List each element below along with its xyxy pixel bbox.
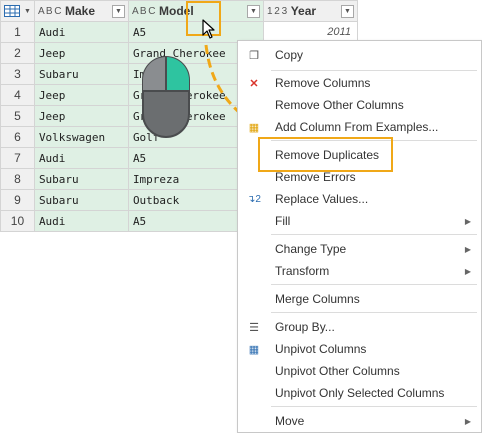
group-by-icon: ☰ <box>249 321 259 334</box>
menu-item-unpivot-columns[interactable]: ▦ Unpivot Columns <box>238 339 481 359</box>
column-header-year[interactable]: 1 2 3 Year ▼ <box>262 0 358 22</box>
row-number: 3 <box>0 63 35 85</box>
menu-item-copy[interactable]: ❐ Copy <box>238 45 481 65</box>
menu-item-label: Unpivot Columns <box>275 342 367 356</box>
cell-make[interactable]: Subaru <box>33 168 129 190</box>
dropdown-arrow-icon[interactable]: ▼ <box>24 8 31 15</box>
text-type-icon[interactable]: A B C <box>132 6 156 17</box>
menu-item-label: Remove Columns <box>275 76 371 90</box>
menu-separator <box>271 284 477 285</box>
menu-item-label: Copy <box>275 48 304 62</box>
menu-item-remove-columns[interactable]: ✕ Remove Columns <box>238 73 481 93</box>
cell-make[interactable]: Jeep <box>33 42 129 64</box>
cell-make[interactable]: Subaru <box>33 63 129 85</box>
row-number: 1 <box>0 21 35 43</box>
menu-item-unpivot-only-selected-columns[interactable]: Unpivot Only Selected Columns <box>238 383 481 403</box>
cell-make[interactable]: Audi <box>33 21 129 43</box>
copy-icon: ❐ <box>249 49 259 62</box>
text-type-icon[interactable]: A B C <box>38 6 62 17</box>
row-number: 9 <box>0 189 35 211</box>
cell-make[interactable]: Jeep <box>33 105 129 127</box>
column-name: Make <box>65 4 96 18</box>
table-icon[interactable] <box>4 5 20 17</box>
remove-duplicates-highlight <box>258 137 393 172</box>
menu-item-label: Transform <box>275 264 330 278</box>
submenu-arrow-icon: ▶ <box>464 416 471 426</box>
header-row: ▼ A B C Make ▼ A B C Model ▼ 1 2 3 Year … <box>0 0 358 22</box>
menu-item-remove-other-columns[interactable]: Remove Other Columns <box>238 95 481 115</box>
filter-dropdown-button[interactable]: ▼ <box>111 4 125 18</box>
menu-item-label: Move <box>275 414 305 428</box>
cell-make[interactable]: Subaru <box>33 189 129 211</box>
submenu-arrow-icon: ▶ <box>464 216 471 226</box>
row-number: 5 <box>0 105 35 127</box>
filter-dropdown-button[interactable]: ▼ <box>246 4 260 18</box>
cell-make[interactable]: Jeep <box>33 84 129 106</box>
menu-item-unpivot-other-columns[interactable]: Unpivot Other Columns <box>238 361 481 381</box>
row-number: 4 <box>0 84 35 106</box>
menu-item-fill[interactable]: Fill ▶ <box>238 211 481 231</box>
add-column-icon: ▦ <box>248 121 260 134</box>
menu-item-change-type[interactable]: Change Type ▶ <box>238 239 481 259</box>
cell-make[interactable]: Volkswagen <box>33 126 129 148</box>
column-header-make[interactable]: A B C Make ▼ <box>33 0 129 22</box>
menu-separator <box>271 70 477 71</box>
submenu-arrow-icon: ▶ <box>464 244 471 254</box>
column-name: Year <box>290 4 317 18</box>
menu-item-label: Group By... <box>275 320 335 334</box>
menu-item-label: Merge Columns <box>275 292 360 306</box>
menu-item-move[interactable]: Move ▶ <box>238 411 481 431</box>
menu-item-group-by[interactable]: ☰ Group By... <box>238 317 481 337</box>
cell-make[interactable]: Audi <box>33 210 129 232</box>
number-type-icon[interactable]: 1 2 3 <box>267 6 287 17</box>
mouse-pointer-icon <box>202 19 215 39</box>
submenu-arrow-icon: ▶ <box>464 266 471 276</box>
row-number: 10 <box>0 210 35 232</box>
row-number: 7 <box>0 147 35 169</box>
menu-item-merge-columns[interactable]: Merge Columns <box>238 289 481 309</box>
context-menu: ❐ Copy ✕ Remove Columns Remove Other Col… <box>237 40 482 433</box>
computer-mouse-icon <box>142 56 190 138</box>
menu-item-replace-values[interactable]: ↴2 Replace Values... <box>238 189 481 209</box>
table-menu-cell[interactable]: ▼ <box>0 0 35 22</box>
menu-item-label: Fill <box>275 214 291 228</box>
row-number: 2 <box>0 42 35 64</box>
menu-item-label: Remove Errors <box>275 170 356 184</box>
menu-item-label: Unpivot Other Columns <box>275 364 400 378</box>
menu-item-transform[interactable]: Transform ▶ <box>238 261 481 281</box>
menu-separator <box>271 312 477 313</box>
menu-item-label: Unpivot Only Selected Columns <box>275 386 445 400</box>
menu-item-label: Change Type <box>275 242 347 256</box>
row-number: 6 <box>0 126 35 148</box>
menu-item-label: Replace Values... <box>275 192 369 206</box>
filter-dropdown-button[interactable]: ▼ <box>340 4 354 18</box>
menu-separator <box>271 406 477 407</box>
row-number: 8 <box>0 168 35 190</box>
remove-columns-icon: ✕ <box>249 77 259 90</box>
menu-separator <box>271 234 477 235</box>
menu-item-label: Remove Other Columns <box>275 98 404 112</box>
replace-values-icon: ↴2 <box>247 193 261 205</box>
menu-item-label: Add Column From Examples... <box>275 120 439 134</box>
cell-make[interactable]: Audi <box>33 147 129 169</box>
unpivot-columns-icon: ▦ <box>248 343 260 356</box>
menu-item-add-column-from-examples[interactable]: ▦ Add Column From Examples... <box>238 117 481 137</box>
